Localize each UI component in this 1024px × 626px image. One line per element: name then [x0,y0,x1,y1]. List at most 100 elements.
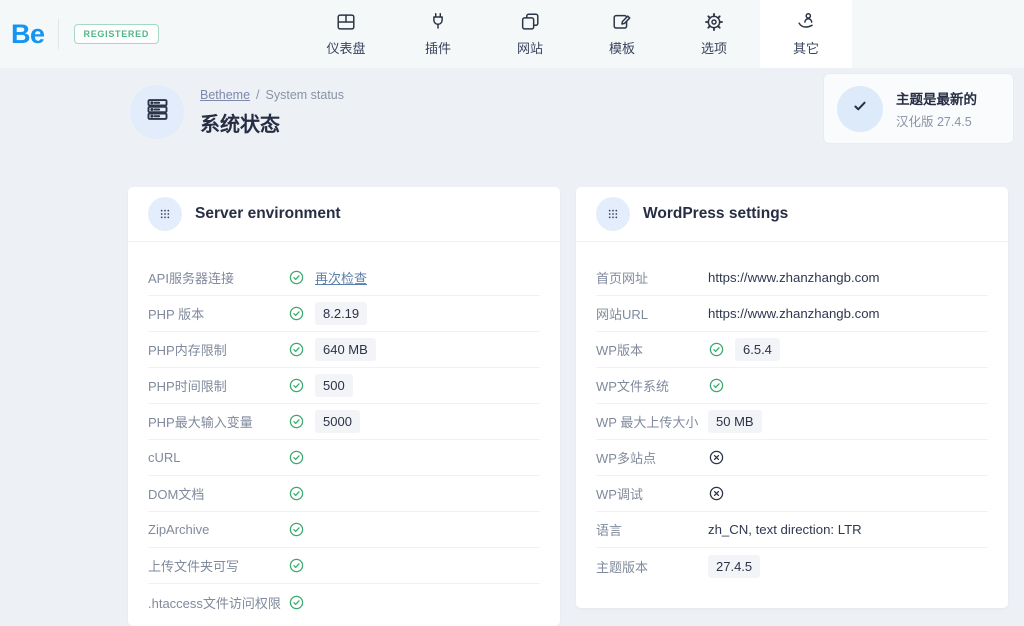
row-values [288,594,305,611]
nav-item-label: 网站 [517,38,543,57]
table-row: DOM文档 [148,476,540,512]
table-row: WP文件系统 [596,368,988,404]
header-main: Betheme / System status 系统状态 [130,85,344,139]
row-values: https://www.zhanzhangb.com [708,306,880,321]
table-row: 网站URLhttps://www.zhanzhangb.com [596,296,988,332]
registered-badge: REGISTERED [74,24,160,44]
check-icon [850,96,870,121]
table-row: PHP最大输入变量5000 [148,404,540,440]
check-icon [288,485,305,502]
nav-item-other[interactable]: 其它 [760,0,852,68]
table-row: WP 最大上传大小50 MB [596,404,988,440]
nav-item-templates[interactable]: 模板 [576,0,668,68]
nav-item-dashboard[interactable]: 仪表盘 [300,0,392,68]
row-label: WP调试 [596,484,708,503]
recheck-link[interactable]: 再次检查 [315,268,367,287]
row-values: https://www.zhanzhangb.com [708,270,880,285]
breadcrumb-link-betheme[interactable]: Betheme [200,88,250,102]
panel-wordpress-settings: WordPress settings首页网址https://www.zhanzh… [576,187,1008,608]
panel-server-environment: Server environment API服务器连接 再次检查 PHP 版本8.2.… [128,187,560,626]
row-values [288,485,305,502]
check-icon [288,557,305,574]
row-values [288,557,305,574]
value-badge: 27.4.5 [708,555,760,578]
table-row: WP调试 [596,476,988,512]
grid-dots-icon [148,197,182,231]
table-row: PHP 版本8.2.19 [148,296,540,332]
value-badge: 50 MB [708,410,762,433]
value-badge: 500 [315,374,353,397]
nav-item-label: 插件 [425,38,451,57]
table-row: 语言zh_CN, text direction: LTR [596,512,988,548]
row-label: 首页网址 [596,268,708,287]
row-values: 5000 [288,410,360,433]
breadcrumb-separator: / [256,88,259,102]
row-values: 640 MB [288,338,376,361]
websites-icon [519,11,541,33]
table-row: 首页网址https://www.zhanzhangb.com [596,260,988,296]
topbar: Be REGISTERED 仪表盘插件 网站 模板选项 其它 [0,0,1024,68]
check-icon [288,305,305,322]
row-label: WP版本 [596,340,708,359]
breadcrumb: Betheme / System status [200,88,344,102]
betheme-logo: Be [11,19,45,50]
panel-title: Server environment [195,205,341,223]
table-row: WP版本 6.5.4 [596,332,988,368]
row-label: API服务器连接 [148,268,288,287]
theme-check-circle [837,86,883,132]
check-icon [288,341,305,358]
plugin-icon [427,11,449,33]
row-label: .htaccess文件访问权限 [148,593,288,612]
cross-icon [708,485,725,502]
row-label: WP文件系统 [596,376,708,395]
divider [58,19,59,49]
row-values: 8.2.19 [288,302,367,325]
value-text: https://www.zhanzhangb.com [708,306,880,321]
theme-status-text: 主题是最新的 汉化版 27.4.5 [896,88,977,130]
nav-item-plugin[interactable]: 插件 [392,0,484,68]
row-values: zh_CN, text direction: LTR [708,522,862,537]
value-badge: 5000 [315,410,360,433]
row-values: 6.5.4 [708,338,780,361]
check-icon [288,449,305,466]
server-icon [144,96,171,128]
value-text: https://www.zhanzhangb.com [708,270,880,285]
check-icon [708,377,725,394]
row-label: ZipArchive [148,522,288,537]
theme-status-title: 主题是最新的 [896,88,977,108]
check-icon [288,377,305,394]
system-status-icon-circle [130,85,184,139]
table-row: API服务器连接 再次检查 [148,260,540,296]
table-row: WP多站点 [596,440,988,476]
table-row: .htaccess文件访问权限 [148,584,540,620]
check-icon [288,269,305,286]
nav-item-label: 选项 [701,38,727,57]
row-values: 500 [288,374,353,397]
row-label: PHP时间限制 [148,376,288,395]
row-values [288,449,305,466]
nav-item-websites[interactable]: 网站 [484,0,576,68]
row-label: 主题版本 [596,557,708,576]
options-icon [703,11,725,33]
value-text: zh_CN, text direction: LTR [708,522,862,537]
grid-dots-icon [596,197,630,231]
row-label: PHP内存限制 [148,340,288,359]
table-row: 上传文件夹可写 [148,548,540,584]
nav-item-options[interactable]: 选项 [668,0,760,68]
rows-list: API服务器连接再次检查PHP 版本8.2.19PHP内存限制640 MBPHP… [128,242,560,626]
other-icon [795,11,817,33]
page-title: 系统状态 [200,108,344,137]
check-icon [708,341,725,358]
value-badge: 8.2.19 [315,302,367,325]
value-badge: 640 MB [315,338,376,361]
panel-title: WordPress settings [643,205,788,223]
top-nav: 仪表盘插件 网站 模板选项 其它 [300,0,852,68]
value-badge: 6.5.4 [735,338,780,361]
row-values [708,449,725,466]
row-label: DOM文档 [148,484,288,503]
table-row: PHP内存限制 640 MB [148,332,540,368]
row-label: 网站URL [596,304,708,323]
row-values: 50 MB [708,410,762,433]
check-icon [288,521,305,538]
nav-item-label: 其它 [793,38,819,57]
